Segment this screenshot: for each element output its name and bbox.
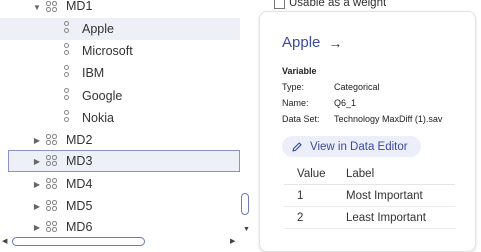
- vertical-scrollbar-thumb[interactable]: [241, 193, 249, 215]
- multi-variable-icon: [46, 178, 58, 190]
- arrow-right-icon[interactable]: →: [328, 35, 342, 51]
- multi-variable-icon: [46, 1, 58, 13]
- cell-value: 2: [297, 211, 304, 224]
- field-value: Q6_1: [334, 98, 357, 108]
- field-type: Type: Categorical: [282, 82, 380, 92]
- tree-group-md1[interactable]: ▼ MD1: [0, 0, 240, 18]
- tree-group-md3[interactable]: ▶ MD3: [8, 150, 240, 172]
- table-row: 1 Most Important: [284, 185, 455, 207]
- table-header: Value Label: [284, 163, 455, 185]
- chevron-right-icon[interactable]: ▶: [32, 201, 42, 211]
- chevron-down-icon[interactable]: ▼: [32, 2, 42, 12]
- field-name: Name: Q6_1: [282, 98, 356, 108]
- column-header-label: Label: [346, 167, 375, 180]
- tree-group-md4[interactable]: ▶ MD4: [0, 173, 240, 195]
- tree-item-apple[interactable]: Apple: [0, 18, 240, 40]
- tree-group-md2[interactable]: ▶ MD2: [0, 129, 240, 151]
- single-variable-icon: [64, 43, 70, 57]
- values-table: Value Label 1 Most Important 2 Least Imp…: [284, 163, 455, 229]
- field-data-set: Data Set: Technology MaxDiff (1).sav: [282, 114, 442, 124]
- usable-as-weight-option[interactable]: Usable as a weight: [274, 0, 386, 9]
- variable-title-link[interactable]: Apple →: [282, 34, 342, 51]
- column-header-value: Value: [297, 167, 326, 180]
- variable-details-card: Apple → Variable Type: Categorical Name: Q…: [259, 11, 476, 252]
- tree-item-label: IBM: [82, 66, 105, 80]
- variable-tree: ▼ MD1 Apple Microsoft IBM Google Nokia ▶…: [0, 0, 253, 252]
- scroll-left-arrow-icon[interactable]: ◀: [2, 237, 7, 245]
- cell-label: Least Important: [346, 211, 426, 224]
- field-value: Categorical: [334, 82, 380, 92]
- tree-group-label: MD3: [66, 154, 93, 168]
- tree-group-label: MD1: [66, 0, 93, 13]
- scroll-right-arrow-icon[interactable]: ▶: [230, 237, 235, 245]
- tree-item-ibm[interactable]: IBM: [0, 62, 240, 84]
- multi-variable-icon: [46, 155, 58, 167]
- tree-item-label: Apple: [82, 22, 114, 36]
- table-row: 2 Least Important: [284, 207, 455, 229]
- tree-group-label: MD2: [66, 133, 93, 147]
- cell-label: Most Important: [346, 189, 423, 202]
- tree-group-label: MD6: [66, 220, 93, 234]
- single-variable-icon: [64, 88, 70, 102]
- multi-variable-icon: [46, 134, 58, 146]
- chevron-right-icon[interactable]: ▶: [32, 135, 42, 145]
- tree-group-md5[interactable]: ▶ MD5: [0, 195, 240, 217]
- view-in-data-editor-button[interactable]: View in Data Editor: [282, 136, 421, 157]
- tree-item-microsoft[interactable]: Microsoft: [0, 40, 240, 62]
- weight-checkbox[interactable]: [274, 0, 285, 9]
- tree-group-label: MD5: [66, 199, 93, 213]
- tree-item-label: Google: [82, 89, 123, 103]
- variable-title[interactable]: Apple: [282, 34, 320, 51]
- chevron-right-icon[interactable]: ▶: [32, 156, 42, 166]
- scroll-down-arrow-icon[interactable]: ▼: [243, 226, 250, 233]
- field-key: Name:: [282, 98, 309, 108]
- cell-value: 1: [297, 189, 304, 202]
- section-label: Variable: [282, 66, 317, 76]
- multi-variable-icon: [46, 200, 58, 212]
- chevron-right-icon[interactable]: ▶: [32, 222, 42, 232]
- tree-item-nokia[interactable]: Nokia: [0, 107, 240, 129]
- tree-item-label: Microsoft: [82, 44, 133, 58]
- field-value: Technology MaxDiff (1).sav: [334, 114, 443, 124]
- single-variable-icon: [64, 65, 70, 79]
- single-variable-icon: [64, 110, 70, 124]
- view-button-label: View in Data Editor: [310, 140, 408, 153]
- pencil-icon: [292, 141, 302, 152]
- chevron-right-icon[interactable]: ▶: [32, 179, 42, 189]
- horizontal-scrollbar-thumb[interactable]: [12, 237, 145, 246]
- multi-variable-icon: [46, 221, 58, 233]
- field-key: Type:: [282, 82, 305, 92]
- tree-item-label: Nokia: [82, 111, 114, 125]
- tree-item-google[interactable]: Google: [0, 85, 240, 107]
- tree-group-label: MD4: [66, 177, 93, 191]
- weight-checkbox-label: Usable as a weight: [289, 0, 387, 9]
- tree-group-md6[interactable]: ▶ MD6: [0, 217, 240, 236]
- single-variable-icon: [64, 21, 70, 35]
- field-key: Data Set:: [282, 114, 320, 124]
